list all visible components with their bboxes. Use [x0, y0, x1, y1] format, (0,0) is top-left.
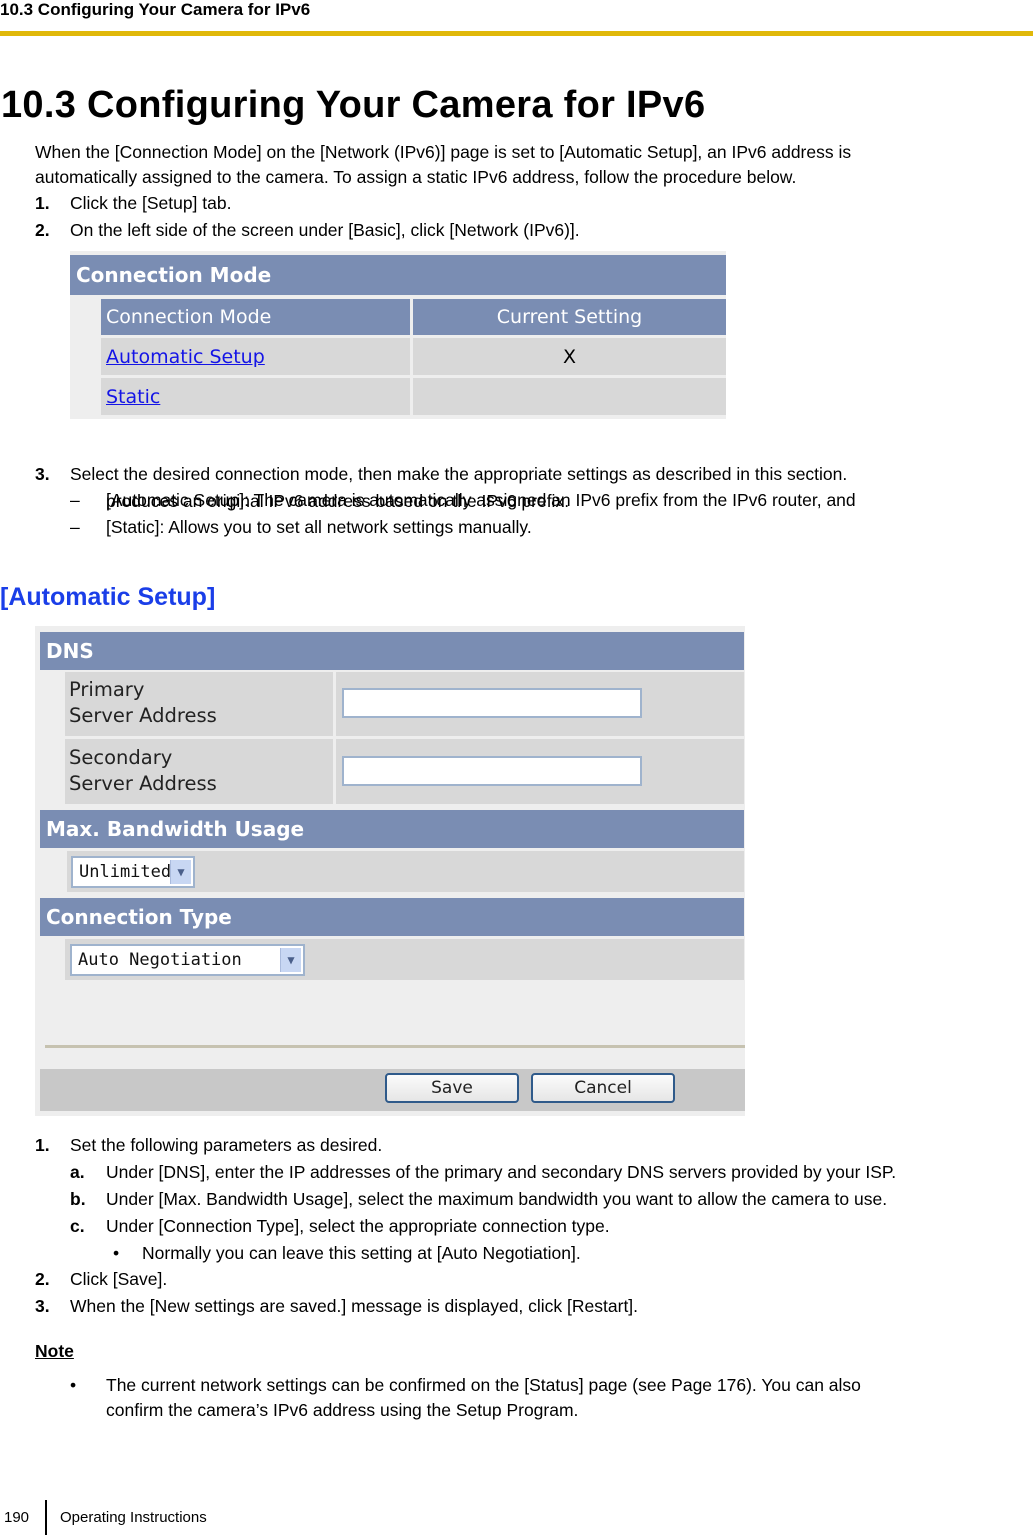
chevron-down-icon[interactable]: ▼ [170, 860, 191, 884]
step-text: On the left side of the screen under [Ba… [70, 220, 580, 240]
step-number: a. [70, 1162, 85, 1182]
save-button[interactable]: Save [385, 1073, 519, 1103]
note-text-cont: confirm the camera’s IPv6 address using … [106, 1400, 579, 1420]
automatic-setup-link[interactable]: Automatic Setup [106, 346, 265, 368]
step-number: 2. [35, 1269, 50, 1289]
step-number: 1. [35, 1135, 50, 1155]
label-line: Server Address [69, 704, 217, 727]
dash-mark: – [70, 517, 80, 537]
step-text: Under [DNS], enter the IP addresses of t… [106, 1162, 897, 1182]
dash-text-cont: produces an original IPv6 address based … [106, 491, 570, 511]
section-header-bandwidth: Max. Bandwidth Usage [40, 810, 744, 848]
step-text: When the [New settings are saved.] messa… [70, 1296, 639, 1316]
table-row-automatic-setup: Automatic Setup [101, 338, 410, 375]
primary-server-label: Primary Server Address [65, 677, 217, 729]
secondary-server-label: Secondary Server Address [65, 745, 217, 797]
substep-c: c. Under [Connection Type], select the ap… [70, 1214, 610, 1239]
column-header-connection-mode: Connection Mode [101, 299, 410, 335]
automatic-setup-panel: DNS Primary Server Address Secondary Ser… [35, 626, 745, 1116]
button-bar: Save Cancel [40, 1069, 745, 1111]
step-2-bottom: 2. Click [Save]. [35, 1267, 167, 1292]
chevron-down-icon[interactable]: ▼ [280, 948, 301, 972]
primary-server-address-input[interactable] [342, 688, 642, 718]
section-heading-automatic-setup: [Automatic Setup] [0, 583, 216, 611]
step-number: 3. [35, 464, 50, 484]
step-3-bottom: 3. When the [New settings are saved.] mes… [35, 1294, 638, 1319]
step-number: b. [70, 1189, 86, 1209]
secondary-server-address-input[interactable] [342, 756, 642, 786]
step-number: 3. [35, 1296, 50, 1316]
page-number: 190 [4, 1509, 30, 1526]
step-text: Select the desired connection mode, then… [70, 464, 848, 484]
dash-mark: – [70, 490, 80, 510]
column-header-current-setting: Current Setting [413, 299, 726, 335]
step-text: Click the [Setup] tab. [70, 193, 232, 213]
footer-label: Operating Instructions [60, 1509, 207, 1526]
connection-mode-panel: Connection Mode Connection Mode Current … [70, 251, 726, 419]
bandwidth-row: Unlimited ▼ [67, 851, 744, 892]
step-number: 2. [35, 220, 50, 240]
step-text: Under [Max. Bandwidth Usage], select the… [106, 1189, 888, 1209]
note-heading: Note [35, 1341, 74, 1361]
step-text: Under [Connection Type], select the appr… [106, 1216, 610, 1236]
connection-type-selected-value: Auto Negotiation [78, 950, 242, 970]
substep-a: a. Under [DNS], enter the IP addresses of… [70, 1160, 896, 1185]
note-bullet: • The current network settings can be con… [70, 1373, 861, 1398]
dash-item-static: – [Static]: Allows you to set all network… [70, 515, 532, 540]
intro-line-2: automatically assigned to the camera. To… [35, 167, 797, 187]
note-text: The current network settings can be conf… [106, 1375, 861, 1395]
divider [45, 1045, 745, 1048]
bandwidth-select[interactable]: Unlimited ▼ [71, 856, 195, 888]
label-line: Server Address [69, 772, 217, 795]
bullet-mark: • [70, 1375, 77, 1395]
primary-server-label-cell: Primary Server Address [65, 672, 333, 736]
header-rule [0, 31, 1033, 36]
table-row-static: Static [101, 378, 410, 415]
intro-line-1: When the [Connection Mode] on the [Netwo… [35, 142, 852, 162]
substep-b: b. Under [Max. Bandwidth Usage], select t… [70, 1187, 887, 1212]
step-number: c. [70, 1216, 85, 1236]
dash-text: [Static]: Allows you to set all network … [106, 517, 532, 537]
bullet-mark: • [113, 1243, 120, 1263]
current-setting-cell: X [413, 338, 726, 375]
section-header-dns: DNS [40, 632, 744, 670]
running-head: 10.3 Configuring Your Camera for IPv6 [0, 0, 311, 19]
step-1: 1. Click the [Setup] tab. [35, 191, 231, 216]
step-number: 1. [35, 193, 50, 213]
label-line: Primary [69, 678, 145, 701]
footer-divider [45, 1500, 47, 1535]
primary-server-input-cell [336, 672, 744, 736]
label-line: Secondary [69, 746, 173, 769]
bandwidth-selected-value: Unlimited [79, 862, 172, 882]
static-link[interactable]: Static [106, 386, 160, 408]
cancel-button[interactable]: Cancel [531, 1073, 675, 1103]
section-header-connection-mode: Connection Mode [70, 255, 726, 295]
secondary-server-input-cell [336, 739, 744, 804]
bullet-item: • Normally you can leave this setting at … [113, 1241, 581, 1266]
page-title: 10.3 Configuring Your Camera for IPv6 [1, 84, 706, 126]
section-header-connection-type: Connection Type [40, 898, 744, 936]
step-text: Set the following parameters as desired. [70, 1135, 383, 1155]
step-text: Normally you can leave this setting at [… [142, 1243, 581, 1263]
connection-type-select[interactable]: Auto Negotiation ▼ [70, 944, 305, 976]
current-setting-cell [413, 378, 726, 415]
step-text: Click [Save]. [70, 1269, 168, 1289]
secondary-server-label-cell: Secondary Server Address [65, 739, 333, 804]
step-3: 3. Select the desired connection mode, th… [35, 462, 847, 487]
connection-type-row: Auto Negotiation ▼ [65, 939, 744, 980]
step-2: 2. On the left side of the screen under [… [35, 218, 580, 243]
step-1-bottom: 1. Set the following parameters as desire… [35, 1133, 382, 1158]
